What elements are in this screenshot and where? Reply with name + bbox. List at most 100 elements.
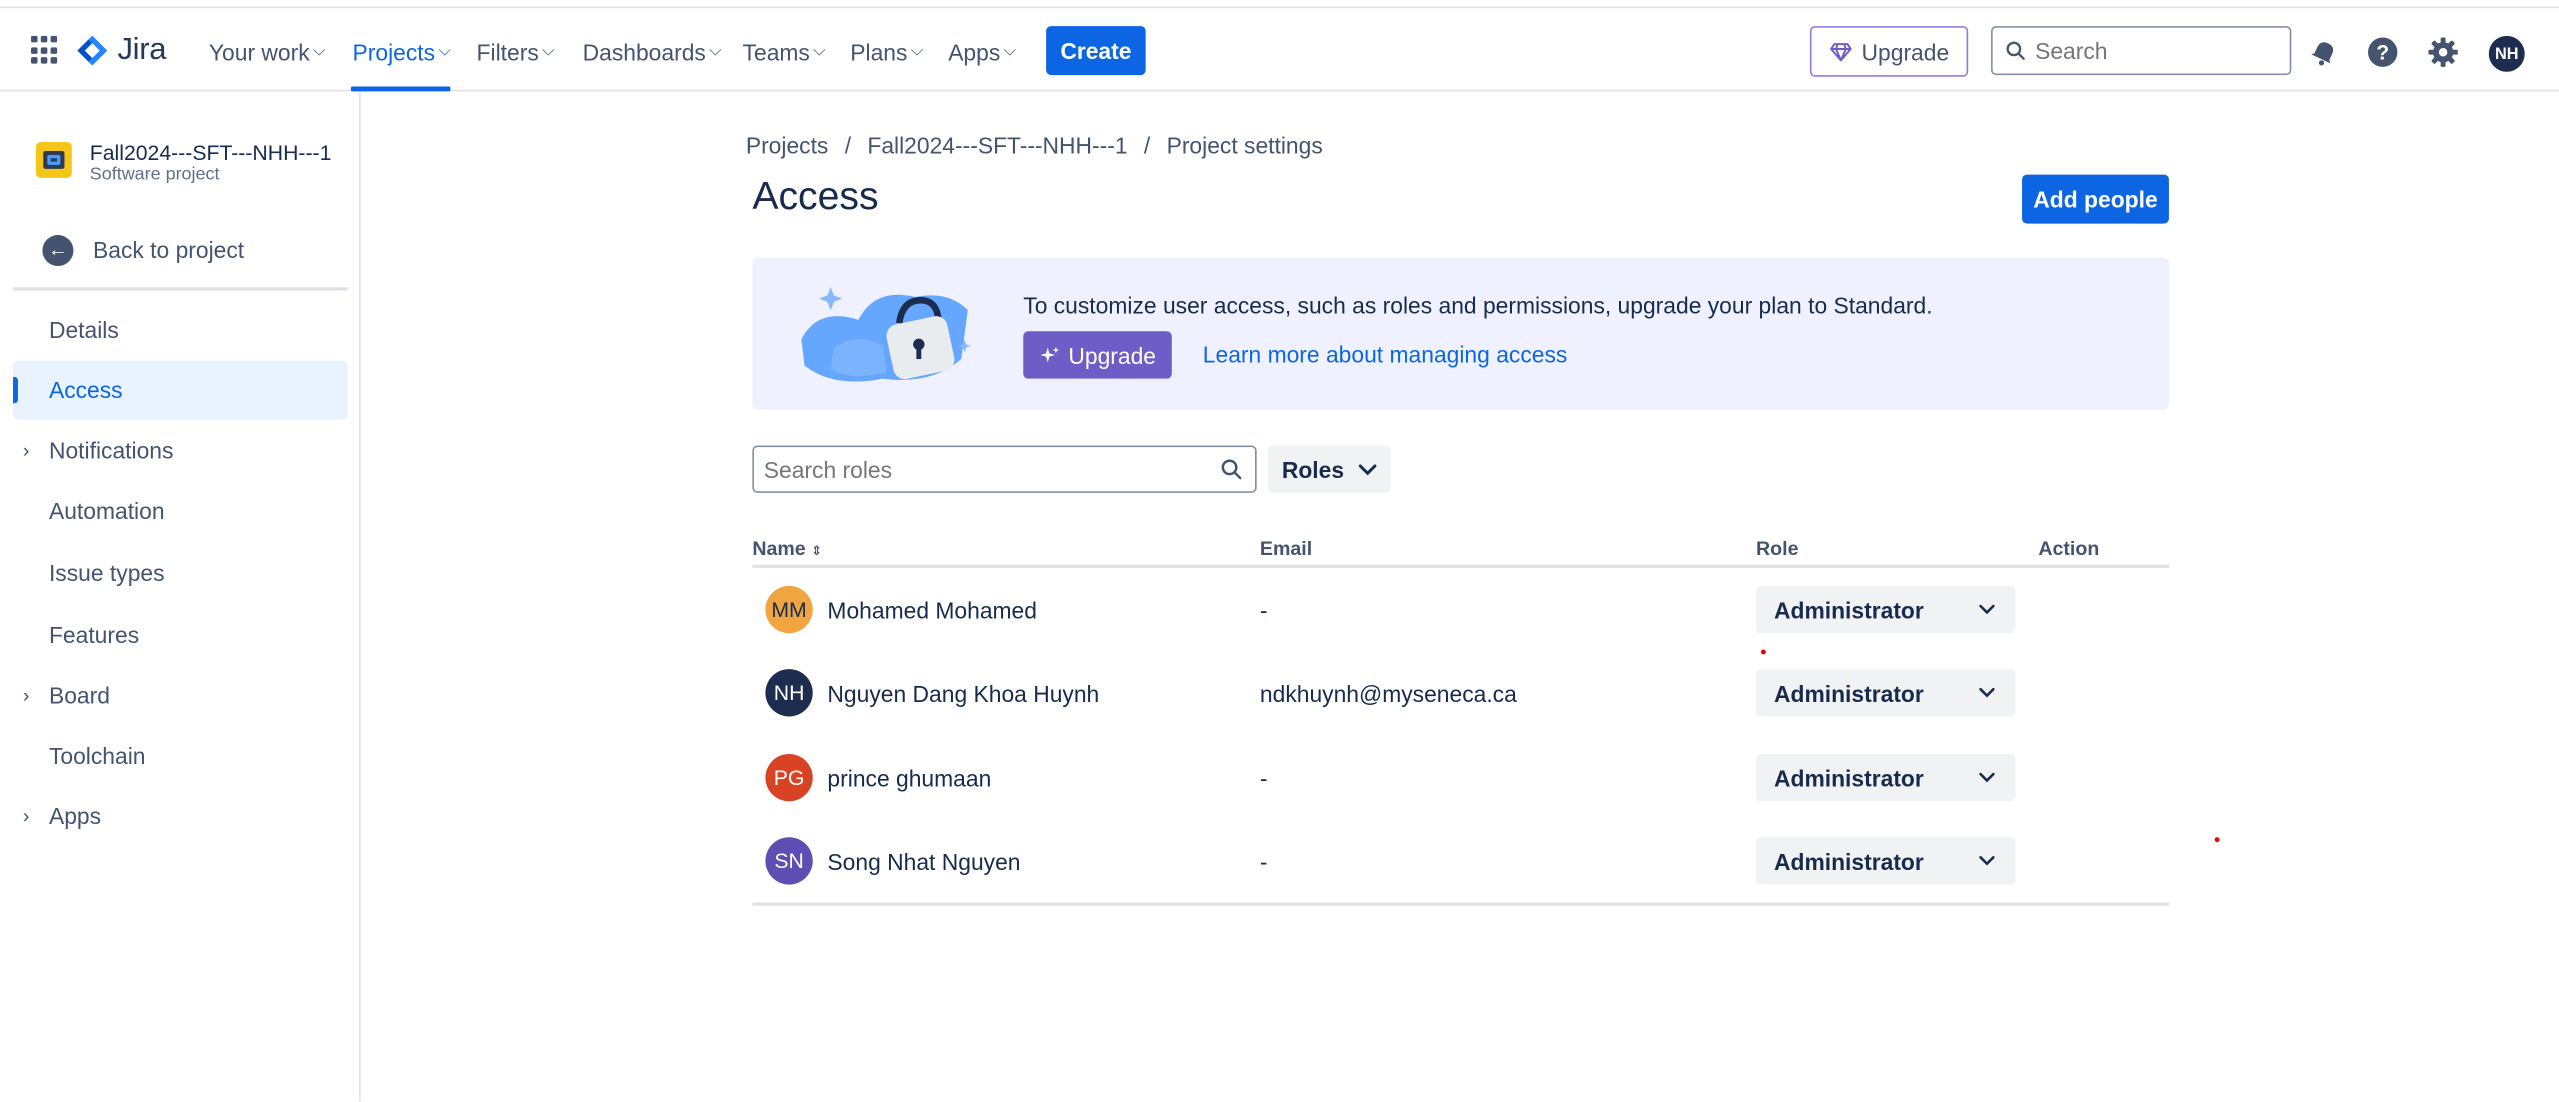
chevron-down-icon xyxy=(1979,856,1995,866)
chevron-down-icon: ⌵ xyxy=(1003,41,1016,60)
user-avatar[interactable]: NH xyxy=(2488,35,2525,72)
cursor-marker xyxy=(2214,837,2220,843)
column-header-name[interactable]: Name ⇕ xyxy=(752,537,822,560)
nav-teams[interactable]: Teams ⌵ xyxy=(743,34,826,70)
padlock-illustration-icon xyxy=(801,287,972,382)
table-row: PG prince ghumaan - Administrator xyxy=(752,736,2169,819)
breadcrumb-project-settings[interactable]: Project settings xyxy=(1167,132,1323,158)
roles-filter-dropdown[interactable]: Roles xyxy=(1268,445,1391,493)
nav-projects[interactable]: Projects ⌵ xyxy=(353,34,451,70)
project-avatar-icon xyxy=(35,141,72,178)
breadcrumb: Projects / Fall2024---SFT---NHH---1 / Pr… xyxy=(746,132,1323,158)
help-icon[interactable]: ? xyxy=(2365,34,2401,70)
sidebar-item-details[interactable]: Details xyxy=(13,300,348,359)
nav-dashboards[interactable]: Dashboards ⌵ xyxy=(583,34,722,70)
logo-text: Jira xyxy=(117,32,167,67)
chevron-down-icon: ⌵ xyxy=(312,41,326,60)
sidebar-item-board[interactable]: › Board xyxy=(13,666,348,725)
search-icon xyxy=(2006,41,2025,60)
table-row: MM Mohamed Mohamed - Administrator xyxy=(752,568,2169,651)
learn-more-link[interactable]: Learn more about managing access xyxy=(1203,341,1568,367)
table-bottom-divider xyxy=(752,902,2169,906)
member-name: prince ghumaan xyxy=(827,765,992,792)
upgrade-button[interactable]: Upgrade xyxy=(1809,26,1969,77)
chevron-right-icon: › xyxy=(22,804,30,828)
add-people-button[interactable]: Add people xyxy=(2022,174,2169,224)
avatar: PG xyxy=(765,753,813,802)
nav-your-work[interactable]: Your work ⌵ xyxy=(209,34,325,70)
chevron-down-icon xyxy=(1979,604,1995,615)
member-name: Nguyen Dang Khoa Huynh xyxy=(827,680,1100,707)
banner-message: To customize user access, such as roles … xyxy=(1023,292,1933,319)
role-select[interactable]: Administrator xyxy=(1756,837,2016,885)
column-header-action: Action xyxy=(2038,536,2100,560)
nav-filters[interactable]: Filters ⌵ xyxy=(477,34,555,70)
chevron-down-icon: ⌵ xyxy=(542,41,555,60)
page: Jira Your work ⌵ Projects ⌵ Filters ⌵ Dashb… xyxy=(0,0,2559,1102)
breadcrumb-projects[interactable]: Projects xyxy=(746,132,829,158)
role-select[interactable]: Administrator xyxy=(1756,585,2016,634)
global-search-input[interactable] xyxy=(2035,37,2264,64)
sort-icon: ⇕ xyxy=(811,543,823,559)
chevron-down-icon: ⌵ xyxy=(910,41,924,60)
sidebar-item-apps[interactable]: › Apps xyxy=(13,787,348,846)
table-row: SN Song Nhat Nguyen - Administrator xyxy=(752,819,2169,902)
sidebar-item-issue-types[interactable]: Issue types xyxy=(13,543,348,602)
column-header-email: Email xyxy=(1259,536,1313,560)
cursor-marker xyxy=(1760,649,1766,655)
search-icon xyxy=(1221,459,1242,480)
member-email: - xyxy=(1259,765,1268,792)
member-email: - xyxy=(1259,597,1268,624)
role-select[interactable]: Administrator xyxy=(1756,753,2016,802)
member-name: Song Nhat Nguyen xyxy=(827,848,1021,875)
search-roles-field[interactable] xyxy=(752,445,1257,493)
global-search-field[interactable] xyxy=(1991,26,2292,76)
sidebar-item-features[interactable]: Features xyxy=(13,605,348,664)
diamond-icon xyxy=(1829,42,1852,61)
banner-upgrade-button[interactable]: Upgrade xyxy=(1023,331,1172,379)
settings-icon[interactable] xyxy=(2425,34,2461,70)
chevron-down-icon xyxy=(1979,772,1995,783)
nav-apps[interactable]: Apps ⌵ xyxy=(948,34,1016,70)
chevron-down-icon xyxy=(1358,463,1376,475)
avatar: SN xyxy=(765,837,813,885)
avatar: NH xyxy=(765,669,813,717)
sparkle-icon xyxy=(1039,345,1059,362)
nav-active-indicator xyxy=(350,86,451,92)
chevron-down-icon: ⌵ xyxy=(438,41,451,60)
chevron-down-icon: ⌵ xyxy=(813,41,826,60)
sidebar-item-notifications[interactable]: › Notifications xyxy=(13,421,348,480)
search-roles-input[interactable] xyxy=(763,456,1189,483)
breadcrumb-separator: / xyxy=(844,132,852,159)
table-row: NH Nguyen Dang Khoa Huynh ndkhuynh@mysen… xyxy=(752,651,2169,734)
app-switcher-icon[interactable] xyxy=(31,35,60,65)
member-name: Mohamed Mohamed xyxy=(827,597,1037,624)
member-email: - xyxy=(1259,848,1268,875)
arrow-left-icon: ← xyxy=(42,234,74,266)
project-sidebar: Fall2024---SFT---NHH---1 Software projec… xyxy=(0,91,361,1102)
svg-text:?: ? xyxy=(2376,42,2389,65)
sidebar-item-automation[interactable]: Automation xyxy=(13,481,348,540)
create-button[interactable]: Create xyxy=(1046,26,1146,76)
chevron-right-icon: › xyxy=(22,439,30,462)
chevron-down-icon: ⌵ xyxy=(709,41,722,60)
top-navigation: Jira Your work ⌵ Projects ⌵ Filters ⌵ Dashb… xyxy=(0,6,2559,92)
avatar: MM xyxy=(765,585,813,634)
member-email: ndkhuynh@myseneca.ca xyxy=(1259,680,1517,707)
chevron-right-icon: › xyxy=(22,683,30,707)
jira-logo[interactable]: Jira xyxy=(75,31,167,70)
nav-plans[interactable]: Plans ⌵ xyxy=(850,34,923,70)
jira-logo-icon xyxy=(77,35,108,66)
project-name: Fall2024---SFT---NHH---1 xyxy=(89,140,332,165)
page-title: Access xyxy=(752,174,879,219)
breadcrumb-separator: / xyxy=(1143,132,1151,159)
sidebar-item-access[interactable]: Access xyxy=(13,360,348,420)
column-header-role: Role xyxy=(1756,536,1799,560)
back-to-project-link[interactable]: ← Back to project xyxy=(42,233,244,266)
role-select[interactable]: Administrator xyxy=(1756,669,2016,717)
notifications-icon[interactable] xyxy=(2306,34,2342,70)
breadcrumb-project[interactable]: Fall2024---SFT---NHH---1 xyxy=(867,132,1127,158)
chevron-down-icon xyxy=(1979,687,1995,698)
upgrade-banner: To customize user access, such as roles … xyxy=(752,257,2169,410)
sidebar-item-toolchain[interactable]: Toolchain xyxy=(13,726,348,785)
